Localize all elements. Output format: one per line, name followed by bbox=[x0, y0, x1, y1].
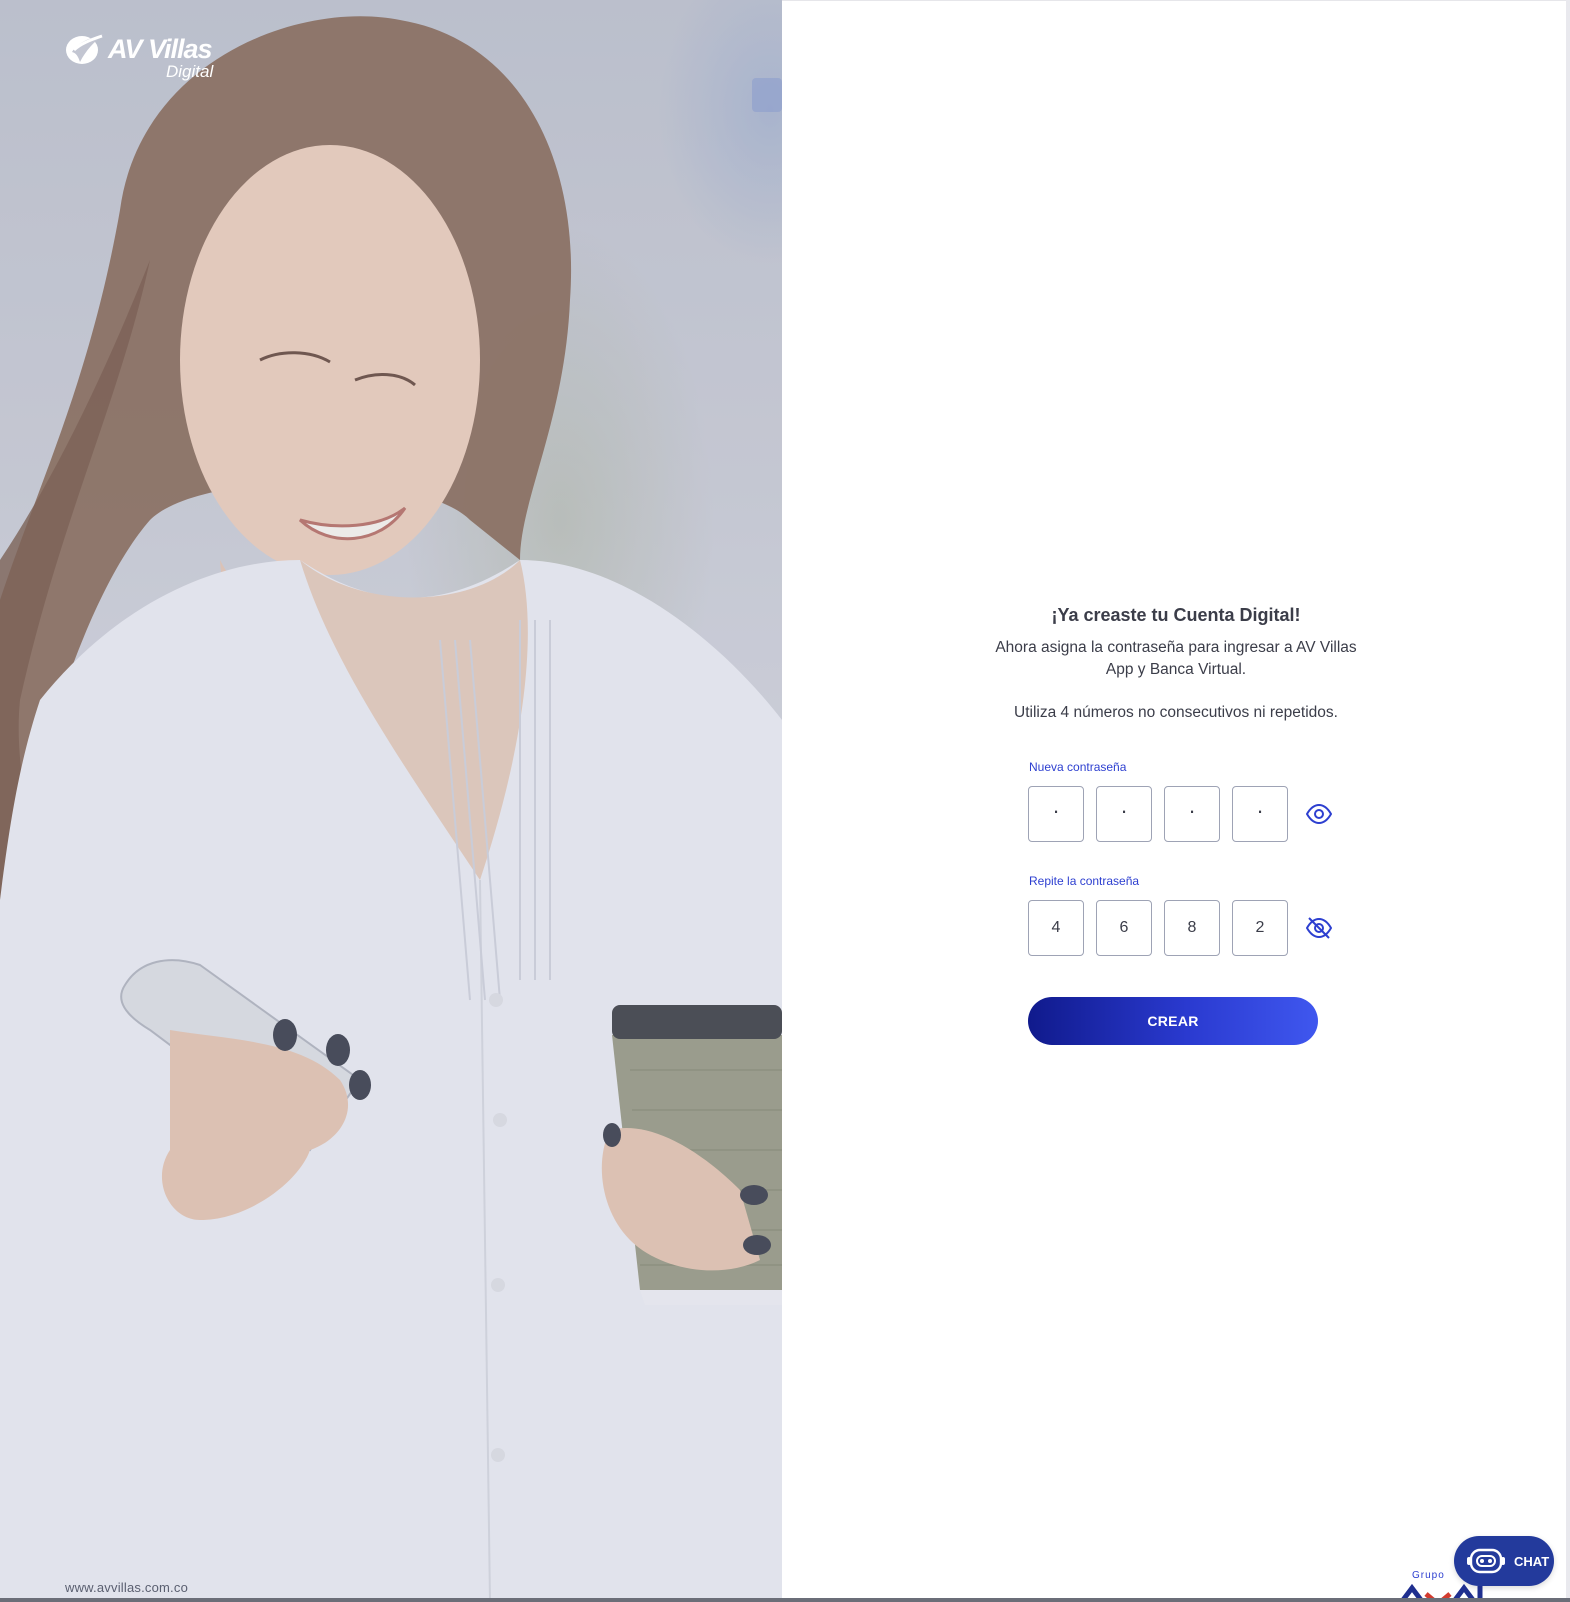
av-villas-logo: AV Villas Digital bbox=[64, 32, 234, 84]
page-subtitle: Ahora asigna la contraseña para ingresar… bbox=[995, 639, 1357, 678]
repeat-password-pin-group: 4 6 8 2 bbox=[1028, 900, 1334, 956]
new-password-digit-4[interactable]: · bbox=[1232, 786, 1288, 842]
repeat-password-digit-1[interactable]: 4 bbox=[1028, 900, 1084, 956]
scrollbar-track[interactable] bbox=[1566, 0, 1570, 1602]
repeat-password-digit-4[interactable]: 2 bbox=[1232, 900, 1288, 956]
hero-image-panel: AV Villas Digital www.avvillas.com.co bbox=[0, 0, 782, 1602]
logo-wordmark: AV Villas bbox=[108, 34, 213, 64]
logo-swoosh-icon bbox=[66, 34, 104, 64]
new-password-digit-2[interactable]: · bbox=[1096, 786, 1152, 842]
eye-off-icon bbox=[1306, 917, 1332, 939]
repeat-password-digit-3[interactable]: 8 bbox=[1164, 900, 1220, 956]
logo-subtitle: Digital bbox=[166, 62, 214, 81]
grupo-label: Grupo bbox=[1412, 1570, 1445, 1581]
password-form-panel: ¡Ya creaste tu Cuenta Digital! Ahora asi… bbox=[782, 0, 1570, 1602]
grupo-aval-logo: Grupo bbox=[1398, 1568, 1508, 1602]
show-new-password-button[interactable] bbox=[1304, 799, 1334, 829]
new-password-digit-1[interactable]: · bbox=[1028, 786, 1084, 842]
hide-repeat-password-button[interactable] bbox=[1304, 913, 1334, 943]
bottom-edge bbox=[0, 1598, 1570, 1602]
repeat-password-digit-2[interactable]: 6 bbox=[1096, 900, 1152, 956]
repeat-password-label: Repite la contraseña bbox=[1029, 874, 1140, 888]
new-password-label: Nueva contraseña bbox=[1029, 760, 1127, 774]
page-title: ¡Ya creaste tu Cuenta Digital! bbox=[1051, 605, 1301, 625]
create-button[interactable]: CREAR bbox=[1028, 997, 1318, 1045]
chat-label: CHAT bbox=[1514, 1553, 1550, 1569]
hero-overlay bbox=[0, 0, 782, 1602]
website-link[interactable]: www.avvillas.com.co bbox=[65, 1580, 188, 1595]
new-password-pin-group: · · · · bbox=[1028, 786, 1334, 842]
password-hint: Utiliza 4 números no consecutivos ni rep… bbox=[1014, 704, 1338, 721]
new-password-digit-3[interactable]: · bbox=[1164, 786, 1220, 842]
eye-icon bbox=[1306, 804, 1332, 824]
